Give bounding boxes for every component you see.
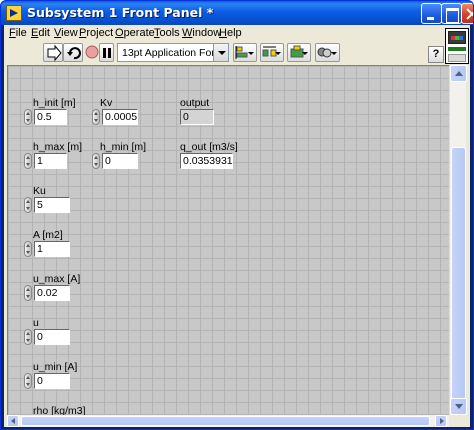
increment-decrement-arrows[interactable] xyxy=(24,197,32,213)
increment-decrement-arrows[interactable] xyxy=(24,285,32,301)
reorder-button[interactable] xyxy=(315,43,340,62)
menu-help-rest: elp xyxy=(226,27,242,39)
label-output: output xyxy=(180,97,210,109)
label-kv: Kv xyxy=(100,97,113,109)
numeric-field-u-max[interactable]: 0.02 xyxy=(34,285,70,301)
front-panel-canvas[interactable]: h_init [m] 0.5 Kv 0.0005 output 0 h_max … xyxy=(7,65,449,415)
increment-decrement-arrows[interactable] xyxy=(24,373,32,389)
menu-view[interactable]: View xyxy=(54,27,78,39)
label-ku: Ku xyxy=(33,185,46,197)
increment-decrement-arrows[interactable] xyxy=(24,241,32,257)
distribute-objects-button[interactable] xyxy=(260,43,284,62)
menu-operate-rest: perate xyxy=(123,27,155,39)
numeric-field-a[interactable]: 1 xyxy=(34,241,70,257)
numeric-field-kv[interactable]: 0.0005 xyxy=(102,109,138,125)
menu-operate[interactable]: Operate xyxy=(115,27,155,39)
numeric-field-u-min[interactable]: 0 xyxy=(34,373,70,389)
font-select-value: 13pt Application Font xyxy=(122,47,221,59)
numeric-field-h-init[interactable]: 0.5 xyxy=(34,109,67,125)
pause-icon xyxy=(103,48,111,58)
resize-grip[interactable] xyxy=(466,415,470,427)
label-h-max: h_max [m] xyxy=(33,141,83,153)
menu-bar: File Edit View Project Operate Tools Win… xyxy=(4,25,470,42)
menu-help[interactable]: Help xyxy=(219,27,242,39)
menu-tools[interactable]: Tools xyxy=(154,27,180,39)
align-objects-icon xyxy=(235,46,248,59)
resize-objects-button[interactable] xyxy=(287,43,311,62)
label-u-max: u_max [A] xyxy=(33,273,81,285)
menu-edit-rest: dit xyxy=(38,27,50,39)
increment-decrement-arrows[interactable] xyxy=(24,109,32,125)
menu-edit[interactable]: Edit xyxy=(31,27,50,39)
increment-decrement-arrows[interactable] xyxy=(92,109,100,125)
vi-icon-panel xyxy=(448,54,466,62)
chevron-down-icon[interactable] xyxy=(213,44,228,61)
horizontal-scroll-thumb[interactable] xyxy=(21,416,430,426)
numeric-field-h-min[interactable]: 0 xyxy=(102,153,138,169)
reorder-icon xyxy=(317,47,332,58)
numeric-field-ku[interactable]: 5 xyxy=(34,197,70,213)
label-a: A [m2] xyxy=(33,229,63,241)
minimize-button[interactable] xyxy=(421,3,442,24)
close-button[interactable] xyxy=(461,3,473,24)
menu-view-rest: iew xyxy=(61,27,78,39)
vi-icon[interactable] xyxy=(445,28,469,64)
scroll-left-arrow-icon[interactable] xyxy=(7,415,19,427)
distribute-objects-icon xyxy=(262,46,277,57)
increment-decrement-arrows[interactable] xyxy=(24,153,32,169)
scroll-down-arrow-icon[interactable] xyxy=(450,398,467,415)
vi-icon-bar xyxy=(448,47,466,51)
run-continuously-button[interactable] xyxy=(63,43,83,62)
menu-window[interactable]: Window xyxy=(182,27,221,39)
labview-app-icon[interactable] xyxy=(6,5,22,21)
title-bar[interactable]: Subsystem 1 Front Panel * xyxy=(1,1,473,25)
toolbar: 13pt Application Font ? xyxy=(4,42,470,64)
numeric-field-u[interactable]: 0 xyxy=(34,329,70,345)
label-q-out: q_out [m3/s] xyxy=(180,141,238,153)
indicator-output: 0 xyxy=(180,109,214,125)
vertical-scroll-thumb[interactable] xyxy=(451,147,466,409)
run-continuously-icon xyxy=(67,47,81,60)
maximize-button[interactable] xyxy=(441,3,462,24)
menu-project[interactable]: Project xyxy=(79,27,113,39)
run-arrow-icon xyxy=(47,44,62,62)
run-arrow-button[interactable] xyxy=(43,43,63,62)
align-objects-button[interactable] xyxy=(233,43,257,62)
increment-decrement-arrows[interactable] xyxy=(92,153,100,169)
front-panel-window: Subsystem 1 Front Panel * File Edit View… xyxy=(0,0,474,430)
font-select[interactable]: 13pt Application Font xyxy=(117,43,229,62)
abort-stop-icon xyxy=(85,45,99,59)
vi-icon-screen xyxy=(448,31,466,44)
pause-button[interactable] xyxy=(99,43,114,62)
indicator-q-out: 0.0353931 xyxy=(180,153,233,169)
increment-decrement-arrows[interactable] xyxy=(24,329,32,345)
label-u: u xyxy=(33,317,39,329)
menu-file[interactable]: File xyxy=(9,27,27,39)
menu-window-rest: indow xyxy=(192,27,222,39)
context-help-button[interactable]: ? xyxy=(428,46,444,63)
scroll-right-arrow-icon[interactable] xyxy=(435,415,447,427)
menu-tools-rest: ools xyxy=(159,27,180,39)
window-client-area: File Edit View Project Operate Tools Win… xyxy=(4,25,470,427)
horizontal-scrollbar[interactable] xyxy=(7,415,449,427)
window-title: Subsystem 1 Front Panel * xyxy=(27,5,214,20)
menu-project-rest: roject xyxy=(86,27,114,39)
label-h-init: h_init [m] xyxy=(33,97,76,109)
vertical-scrollbar[interactable] xyxy=(449,65,467,415)
scroll-up-arrow-icon[interactable] xyxy=(450,65,467,82)
numeric-field-h-max[interactable]: 1 xyxy=(34,153,67,169)
menu-file-rest: ile xyxy=(15,27,27,39)
label-h-min: h_min [m] xyxy=(100,141,147,153)
label-u-min: u_min [A] xyxy=(33,361,78,373)
label-rho: rho [kg/m3] xyxy=(33,405,86,415)
abort-button[interactable] xyxy=(85,43,99,62)
resize-objects-icon xyxy=(290,45,304,58)
